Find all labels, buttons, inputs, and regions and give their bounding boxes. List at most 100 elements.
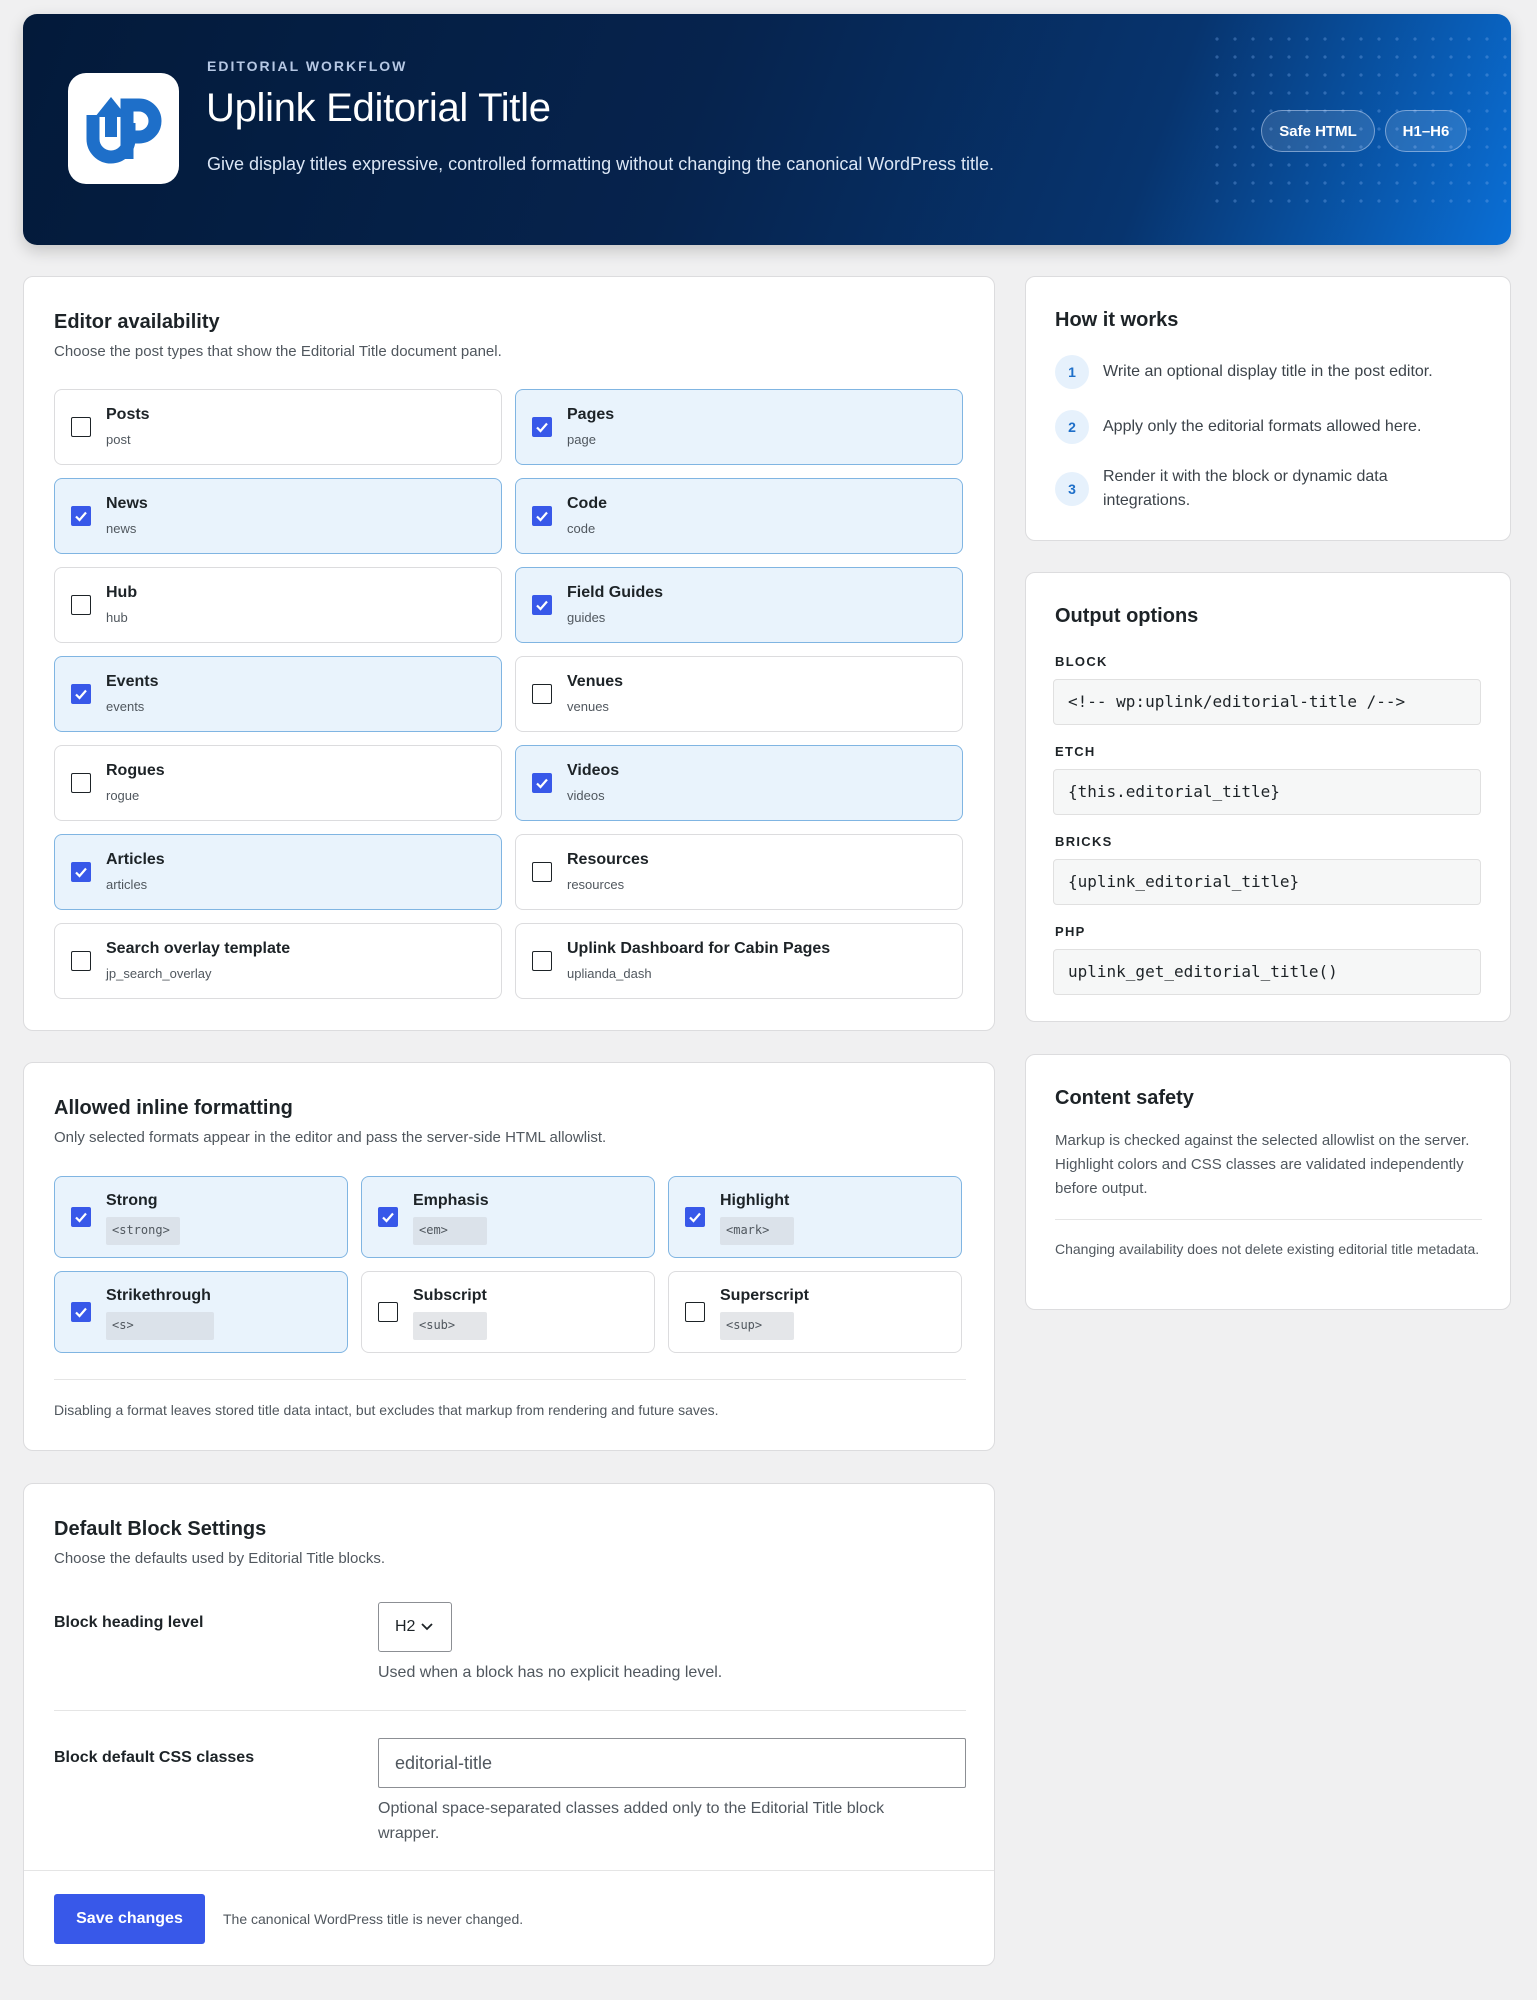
page-title: Uplink Editorial Title (206, 86, 551, 130)
heading-level-value: H2 (395, 1618, 416, 1635)
checkbox[interactable] (532, 417, 552, 437)
post-type-option[interactable]: Articles articles (54, 834, 502, 910)
how-it-works-card: How it works 1 Write an optional display… (1025, 276, 1511, 541)
section-title: Editor availability (54, 311, 220, 333)
output-code-php[interactable]: uplink_get_editorial_title() (1053, 949, 1481, 995)
step-text: Render it with the block or dynamic data… (1103, 468, 1388, 509)
format-label: Superscript (720, 1287, 809, 1304)
heading-level-select[interactable]: H2 (378, 1602, 452, 1652)
post-type-slug: resources (567, 877, 625, 892)
output-code-block[interactable]: <!-- wp:uplink/editorial-title /--> (1053, 679, 1481, 725)
post-type-slug: guides (567, 610, 606, 625)
checkbox[interactable] (71, 1207, 91, 1227)
checkbox[interactable] (532, 951, 552, 971)
heading-level-label: Block heading level (54, 1614, 204, 1631)
section-title: Allowed inline formatting (54, 1097, 293, 1119)
post-type-option[interactable]: Pages page (515, 389, 963, 465)
checkbox[interactable] (71, 773, 91, 793)
badge-safe-html: Safe HTML (1261, 110, 1375, 152)
checkbox[interactable] (71, 595, 91, 615)
section-title: Output options (1055, 605, 1199, 627)
section-description: Only selected formats appear in the edit… (54, 1129, 607, 1146)
checkbox[interactable] (532, 595, 552, 615)
checkbox[interactable] (532, 684, 552, 704)
post-type-option[interactable]: Resources resources (515, 834, 963, 910)
format-label: Highlight (720, 1192, 790, 1209)
divider (54, 1710, 966, 1711)
checkbox[interactable] (532, 773, 552, 793)
format-option[interactable]: Superscript <sup> (668, 1271, 962, 1353)
format-tag: <sub> (413, 1312, 487, 1340)
post-type-option[interactable]: Venues venues (515, 656, 963, 732)
post-type-option[interactable]: Rogues rogue (54, 745, 502, 821)
page-subtitle: Give display titles expressive, controll… (207, 154, 995, 174)
checkbox[interactable] (685, 1207, 705, 1227)
output-label-bricks: BRICKS (1055, 834, 1113, 849)
post-type-option[interactable]: Search overlay template jp_search_overlay (54, 923, 502, 999)
post-type-label: Events (106, 673, 159, 690)
post-type-label: Uplink Dashboard for Cabin Pages (567, 940, 831, 957)
post-type-slug: rogue (106, 788, 140, 803)
format-label: Strikethrough (106, 1287, 211, 1304)
css-classes-input[interactable]: editorial-title (378, 1738, 966, 1788)
chevron-down-icon (421, 1623, 434, 1631)
css-classes-help: Optional space-separated classes added o… (378, 1800, 885, 1842)
save-button[interactable]: Save changes (54, 1894, 205, 1944)
content-safety-note: Changing availability does not delete ex… (1055, 1241, 1480, 1257)
format-tag: <mark> (720, 1217, 794, 1245)
post-type-option[interactable]: Events events (54, 656, 502, 732)
eyebrow-text: EDITORIAL WORKFLOW (207, 58, 408, 74)
checkbox[interactable] (71, 684, 91, 704)
format-option[interactable]: Subscript <sub> (361, 1271, 655, 1353)
step-number: 1 (1055, 355, 1089, 389)
step-number: 2 (1055, 410, 1089, 444)
post-type-option[interactable]: Videos videos (515, 745, 963, 821)
output-label-etch: ETCH (1055, 744, 1096, 759)
post-type-option[interactable]: Posts post (54, 389, 502, 465)
post-type-slug: hub (106, 610, 128, 625)
section-title: Default Block Settings (54, 1518, 267, 1540)
checkbox[interactable] (71, 506, 91, 526)
content-safety-text: Markup is checked against the selected a… (1055, 1132, 1470, 1197)
post-type-option[interactable]: News news (54, 478, 502, 554)
post-type-label: Search overlay template (106, 940, 291, 957)
format-option[interactable]: Emphasis <em> (361, 1176, 655, 1258)
post-type-slug: post (106, 432, 131, 447)
post-type-slug: code (567, 521, 596, 536)
output-code-etch[interactable]: {this.editorial_title} (1053, 769, 1481, 815)
checkbox[interactable] (71, 951, 91, 971)
format-option[interactable]: Strikethrough <s> (54, 1271, 348, 1353)
save-note: The canonical WordPress title is never c… (223, 1911, 524, 1927)
step-number: 3 (1055, 472, 1089, 506)
step-text: Apply only the editorial formats allowed… (1103, 418, 1422, 435)
section-title: Content safety (1055, 1087, 1194, 1109)
post-type-option[interactable]: Uplink Dashboard for Cabin Pages uplianda… (515, 923, 963, 999)
format-label: Emphasis (413, 1192, 489, 1209)
output-code-bricks[interactable]: {uplink_editorial_title} (1053, 859, 1481, 905)
checkbox[interactable] (71, 417, 91, 437)
post-type-option[interactable]: Hub hub (54, 567, 502, 643)
checkbox[interactable] (378, 1207, 398, 1227)
checkbox[interactable] (685, 1302, 705, 1322)
output-label-block: BLOCK (1055, 654, 1108, 669)
divider (54, 1379, 966, 1380)
format-option[interactable]: Highlight <mark> (668, 1176, 962, 1258)
checkbox[interactable] (378, 1302, 398, 1322)
post-type-option[interactable]: Code code (515, 478, 963, 554)
checkbox[interactable] (532, 506, 552, 526)
post-type-label: Posts (106, 406, 150, 423)
plugin-header: EDITORIAL WORKFLOW Uplink Editorial Titl… (23, 14, 1511, 245)
badge-heading-range: H1–H6 (1385, 110, 1467, 152)
format-label: Subscript (413, 1287, 487, 1304)
checkbox[interactable] (71, 1302, 91, 1322)
post-type-slug: venues (567, 699, 609, 714)
post-type-label: Hub (106, 584, 138, 601)
post-type-label: Pages (567, 406, 615, 423)
checkbox[interactable] (532, 862, 552, 882)
post-type-option[interactable]: Field Guides guides (515, 567, 963, 643)
heading-level-help: Used when a block has no explicit headin… (378, 1664, 723, 1681)
css-classes-label: Block default CSS classes (54, 1749, 255, 1766)
checkbox[interactable] (71, 862, 91, 882)
format-option[interactable]: Strong <strong> (54, 1176, 348, 1258)
post-type-label: Code (567, 495, 607, 512)
